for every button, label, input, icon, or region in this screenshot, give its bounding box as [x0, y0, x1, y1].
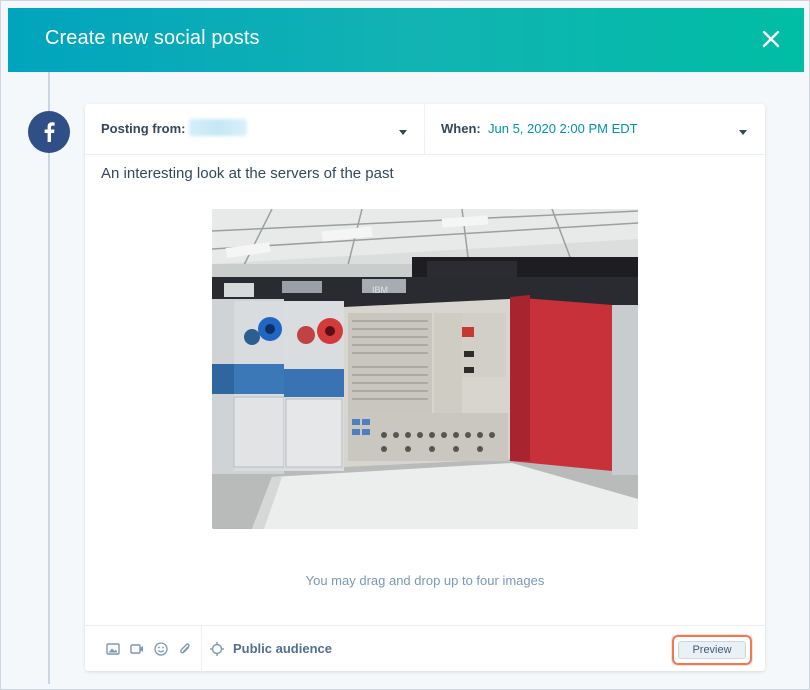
modal-frame: Create new social posts Posting from: Wh… [0, 0, 810, 690]
audience-label[interactable]: Public audience [233, 641, 332, 656]
modal-header: Create new social posts [8, 8, 804, 72]
video-icon[interactable] [129, 641, 145, 657]
chevron-down-icon[interactable] [739, 130, 747, 135]
post-settings-bar: Posting from: When: Jun 5, 2020 2:00 PM … [85, 104, 765, 155]
emoji-icon[interactable] [153, 641, 169, 657]
post-toolbar: Public audience Preview [85, 625, 765, 672]
preview-highlight: Preview [672, 635, 752, 665]
attached-image[interactable]: IBM [212, 209, 638, 529]
posting-from-label: Posting from: [101, 121, 186, 136]
facebook-icon [44, 122, 55, 142]
drag-drop-hint: You may drag and drop up to four images [305, 573, 545, 588]
social-post-card: Posting from: When: Jun 5, 2020 2:00 PM … [85, 104, 765, 672]
close-button[interactable] [756, 24, 786, 54]
when-dropdown[interactable]: When: Jun 5, 2020 2:00 PM EDT [425, 104, 765, 154]
post-message-text[interactable]: An interesting look at the servers of th… [101, 165, 741, 182]
when-label: When: [441, 121, 481, 136]
ibm-mainframe-photo: IBM [212, 209, 638, 529]
timeline-line [48, 72, 50, 684]
attachment-icon[interactable] [177, 641, 193, 657]
toolbar-divider [201, 626, 202, 672]
posting-from-dropdown[interactable]: Posting from: [85, 104, 425, 154]
schedule-datetime: Jun 5, 2020 2:00 PM EDT [488, 121, 638, 136]
chevron-down-icon[interactable] [399, 130, 407, 135]
preview-button[interactable]: Preview [678, 641, 746, 659]
account-name-redacted [189, 119, 247, 136]
image-icon[interactable] [105, 641, 121, 657]
target-icon[interactable] [209, 641, 225, 657]
svg-text:IBM: IBM [372, 285, 388, 295]
facebook-network-badge [28, 111, 70, 153]
close-icon[interactable] [756, 24, 786, 54]
modal-title: Create new social posts [45, 27, 260, 49]
